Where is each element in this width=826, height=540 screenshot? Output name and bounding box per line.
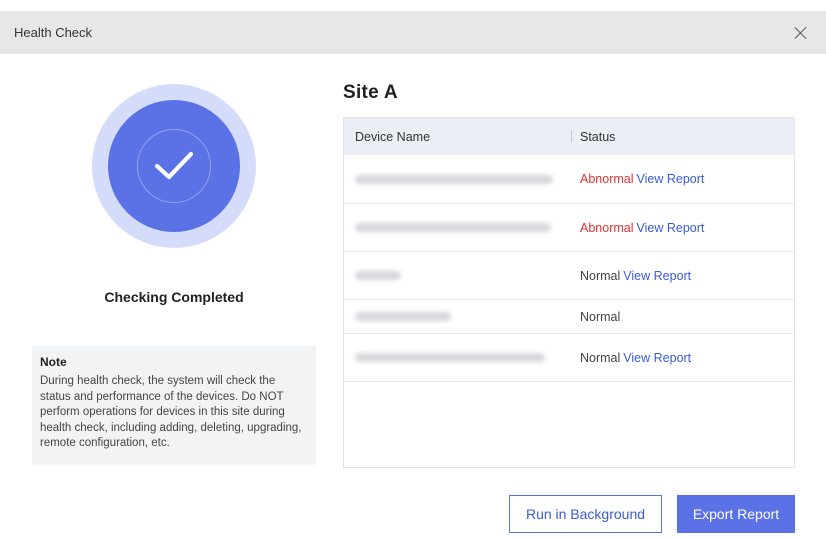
- status-inner-ring: [137, 129, 211, 203]
- device-name-cell: [344, 223, 572, 232]
- table-header: Device Name Status: [344, 118, 794, 155]
- status-cell: Normal: [572, 310, 623, 324]
- device-name-cell: [344, 353, 572, 362]
- checking-status-text: Checking Completed: [104, 289, 244, 305]
- run-in-background-button[interactable]: Run in Background: [509, 495, 662, 533]
- device-name-cell: [344, 174, 572, 184]
- status-cell: Abnormal View Report: [572, 221, 704, 235]
- status-text: Normal: [580, 309, 621, 324]
- view-report-link[interactable]: View Report: [637, 172, 705, 186]
- column-header-device-name: Device Name: [344, 118, 572, 155]
- redacted-device-name: [355, 271, 401, 280]
- redacted-device-name: [355, 353, 545, 362]
- table-row: Normal View Report: [344, 252, 794, 300]
- dialog-title: Health Check: [14, 25, 93, 40]
- status-text: Abnormal: [580, 220, 634, 235]
- close-icon[interactable]: [792, 24, 810, 42]
- site-title: Site A: [343, 82, 398, 103]
- dialog-titlebar: Health Check: [0, 11, 826, 54]
- status-cell: Abnormal View Report: [572, 172, 704, 186]
- status-indicator: [92, 84, 256, 248]
- status-text: Normal: [580, 350, 621, 365]
- table-row: Normal View Report: [344, 334, 794, 382]
- device-table: Device Name Status Abnormal View Report A…: [343, 117, 795, 468]
- status-cell: Normal View Report: [572, 269, 691, 283]
- status-text: Abnormal: [580, 172, 634, 186]
- note-body: During health check, the system will che…: [40, 375, 302, 450]
- export-report-button[interactable]: Export Report: [677, 495, 795, 533]
- table-row: Normal: [344, 300, 794, 334]
- note-panel: Note During health check, the system wil…: [32, 346, 316, 465]
- view-report-link[interactable]: View Report: [623, 351, 691, 365]
- status-text: Normal: [580, 268, 621, 283]
- view-report-link[interactable]: View Report: [637, 221, 705, 235]
- redacted-device-name: [355, 223, 551, 232]
- redacted-device-name: [355, 312, 451, 321]
- table-row: Abnormal View Report: [344, 155, 794, 204]
- status-disc: [108, 100, 240, 232]
- checkmark-icon: [154, 151, 194, 180]
- note-title: Note: [40, 355, 67, 369]
- device-name-cell: [344, 271, 572, 280]
- device-name-cell: [344, 312, 572, 321]
- redacted-device-name: [355, 174, 553, 184]
- column-header-status: Status: [580, 129, 616, 144]
- view-report-link[interactable]: View Report: [623, 269, 691, 283]
- status-cell: Normal View Report: [572, 351, 691, 365]
- table-row: Abnormal View Report: [344, 204, 794, 252]
